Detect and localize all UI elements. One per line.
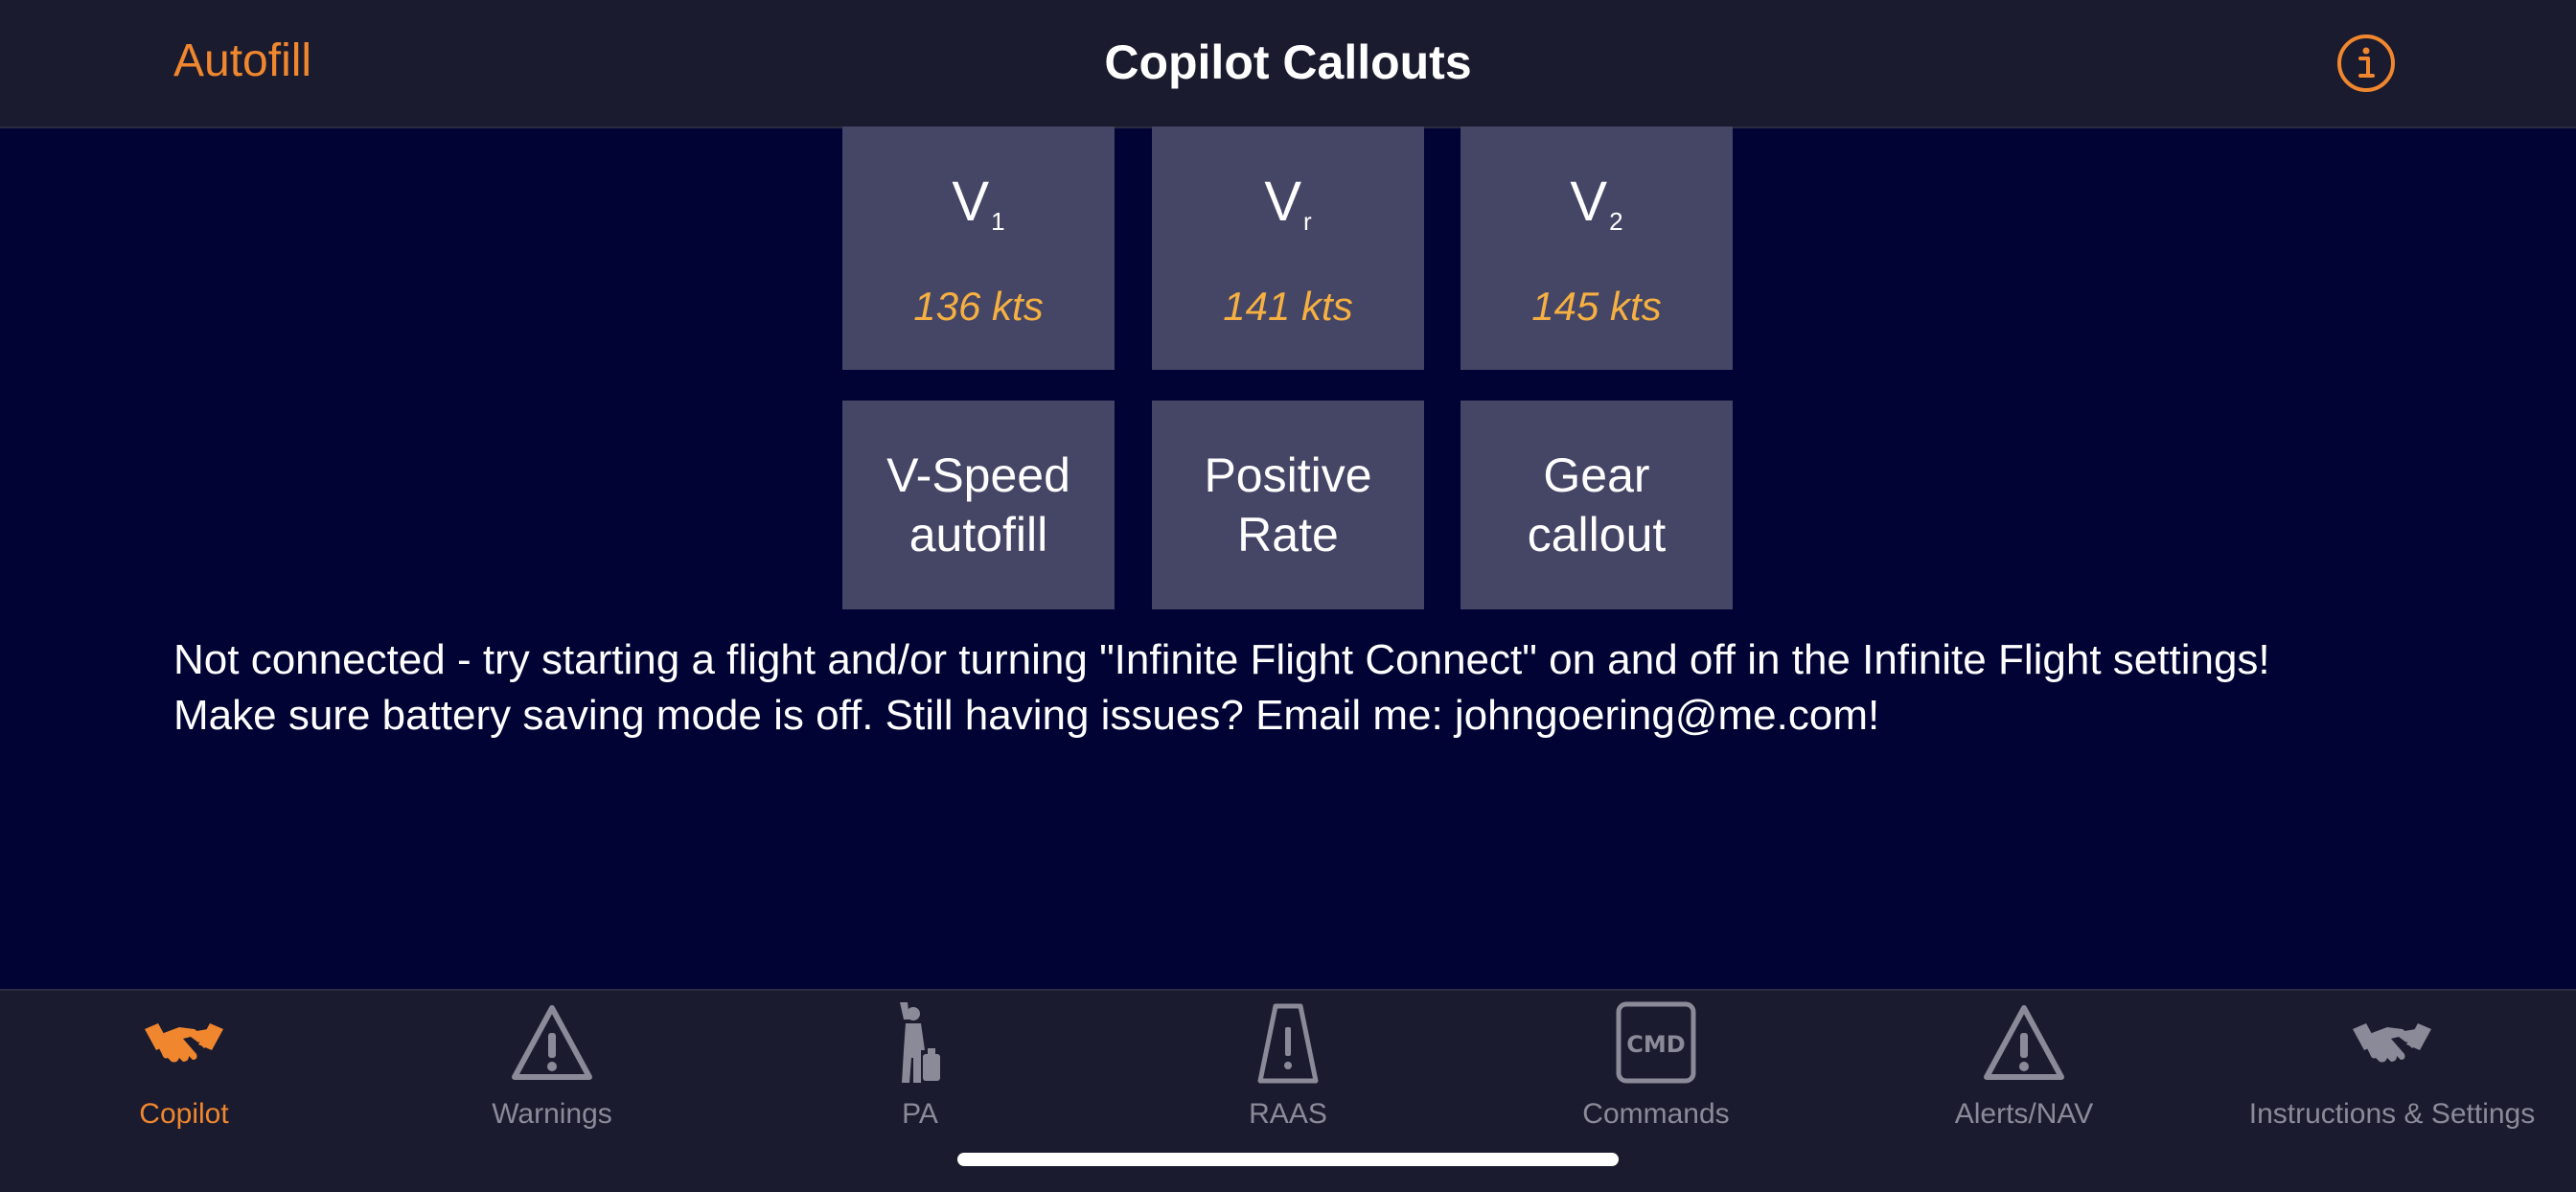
v2-symbol: V2 bbox=[1570, 171, 1623, 236]
tab-commands-label: Commands bbox=[1582, 1098, 1730, 1130]
tab-raas-label: RAAS bbox=[1249, 1098, 1327, 1130]
vspeed-autofill-label: V-Speed autofill bbox=[886, 448, 1070, 562]
gear-callout-label: Gear callout bbox=[1527, 448, 1667, 562]
page-title: Copilot Callouts bbox=[1104, 35, 1472, 89]
info-button[interactable] bbox=[2336, 34, 2396, 93]
connection-status-message: Not connected - try starting a flight an… bbox=[173, 632, 2473, 744]
tab-pa-label: PA bbox=[902, 1098, 938, 1130]
tab-commands[interactable]: CMD Commands bbox=[1472, 1000, 1840, 1154]
tab-copilot[interactable]: Copilot bbox=[0, 1000, 368, 1154]
vspeed-autofill-button[interactable]: V-Speed autofill bbox=[842, 401, 1115, 609]
gear-callout-button[interactable]: Gear callout bbox=[1460, 401, 1733, 609]
v1-value: 136 kts bbox=[913, 284, 1044, 329]
positive-rate-label: Positive Rate bbox=[1204, 448, 1372, 562]
v2-value: 145 kts bbox=[1531, 284, 1662, 329]
v1-tile[interactable]: V1 136 kts bbox=[842, 126, 1115, 370]
warning-triangle-icon bbox=[512, 1005, 592, 1080]
nav-bar: Autofill Copilot Callouts bbox=[0, 0, 2576, 128]
tab-alerts-nav[interactable]: Alerts/NAV bbox=[1840, 1000, 2208, 1154]
tab-warnings-label: Warnings bbox=[492, 1098, 612, 1130]
cmd-icon: CMD bbox=[1616, 1001, 1696, 1084]
vr-value: 141 kts bbox=[1223, 284, 1353, 329]
handshake-icon bbox=[145, 1023, 223, 1063]
tab-warnings[interactable]: Warnings bbox=[368, 1000, 736, 1154]
tab-instructions-settings-label: Instructions & Settings bbox=[2248, 1098, 2536, 1130]
home-indicator bbox=[957, 1153, 1619, 1166]
vr-tile[interactable]: Vr 141 kts bbox=[1152, 126, 1424, 370]
info-circle-icon bbox=[2337, 34, 2395, 92]
passenger-icon bbox=[900, 1002, 940, 1083]
runway-icon bbox=[1257, 1003, 1319, 1084]
v2-tile[interactable]: V2 145 kts bbox=[1460, 126, 1733, 370]
alert-triangle-icon bbox=[1984, 1005, 2064, 1080]
handshake-icon bbox=[2353, 1023, 2431, 1063]
positive-rate-button[interactable]: Positive Rate bbox=[1152, 401, 1424, 609]
status-line-1: Not connected - try starting a flight an… bbox=[173, 636, 2270, 683]
autofill-button[interactable]: Autofill bbox=[173, 34, 311, 87]
tab-raas[interactable]: RAAS bbox=[1104, 1000, 1472, 1154]
tab-copilot-label: Copilot bbox=[139, 1098, 229, 1130]
svg-text:CMD: CMD bbox=[1626, 1031, 1685, 1058]
vr-symbol: Vr bbox=[1264, 171, 1312, 236]
tab-pa[interactable]: PA bbox=[736, 1000, 1104, 1154]
tab-alerts-nav-label: Alerts/NAV bbox=[1954, 1098, 2094, 1130]
tab-instructions-settings[interactable]: Instructions & Settings bbox=[2208, 1000, 2576, 1154]
status-line-2: Make sure battery saving mode is off. St… bbox=[173, 692, 1880, 739]
v1-symbol: V1 bbox=[952, 171, 1005, 236]
